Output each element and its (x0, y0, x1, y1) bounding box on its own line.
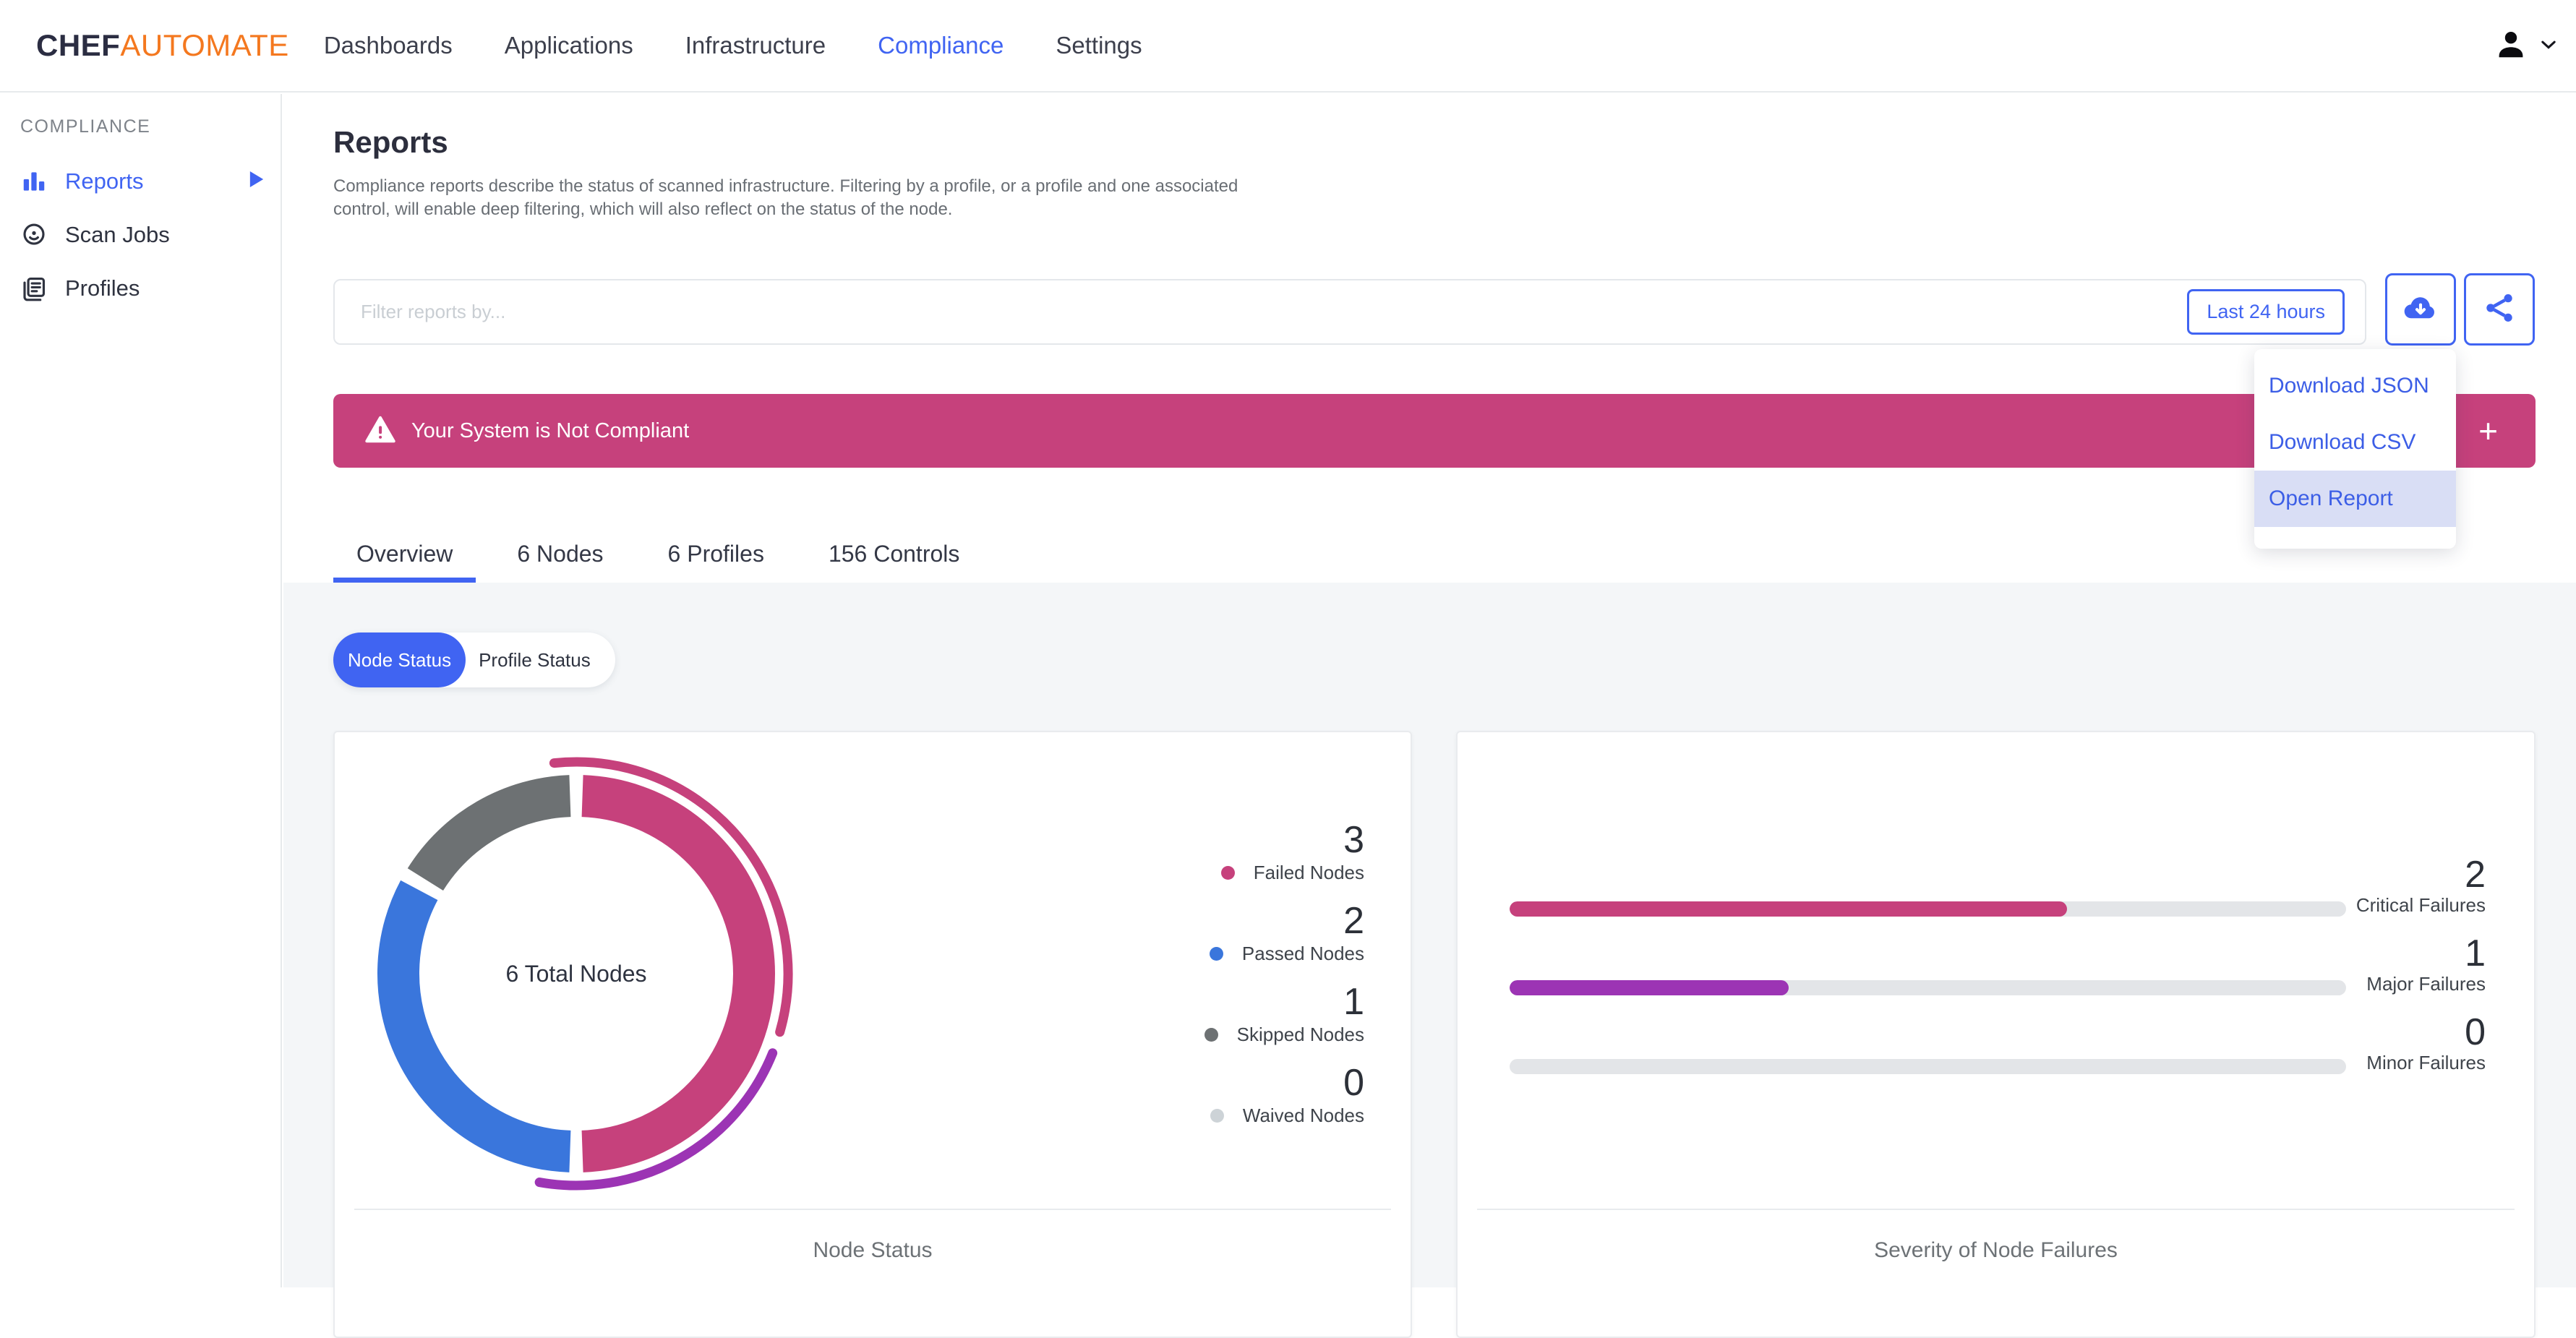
critical-failures-label: Critical Failures (2355, 894, 2486, 916)
sidebar-section-label: COMPLIANCE (20, 116, 151, 137)
severity-caption: Severity of Node Failures (1874, 1238, 2118, 1262)
warning-triangle-icon (364, 413, 397, 450)
tab-nodes[interactable]: 6 Nodes (494, 526, 626, 583)
tab-profiles[interactable]: 6 Profiles (645, 526, 787, 583)
node-status-caption: Node Status (813, 1238, 933, 1262)
severity-row-major: 1 Major Failures (1458, 933, 2534, 1018)
sidebar-item-label: Scan Jobs (65, 222, 170, 247)
failed-nodes-count: 3 (1343, 819, 1364, 861)
minor-failures-count: 0 (2465, 1011, 2486, 1053)
donut-center-label: 6 Total Nodes (505, 960, 647, 987)
card-divider (1477, 1209, 2515, 1210)
chevron-down-icon (2538, 34, 2559, 58)
nav-applications[interactable]: Applications (505, 32, 633, 59)
menu-item-download-json[interactable]: Download JSON (2254, 358, 2456, 414)
sidebar-item-label: Profiles (65, 275, 140, 301)
logo-chef-text: CHEF (36, 28, 121, 62)
legend-item-failed: 3 Failed Nodes (1204, 820, 1364, 883)
legend-item-skipped: 1 Skipped Nodes (1204, 982, 1364, 1045)
filter-placeholder: Filter reports by... (361, 301, 506, 322)
major-bar-track (1510, 980, 2346, 995)
filter-reports-input[interactable]: Filter reports by... Last 24 hours (333, 279, 2366, 345)
sidebar: COMPLIANCE Reports Scan Jobs Profiles (0, 94, 282, 1287)
critical-bar-fill (1510, 901, 2068, 917)
top-header: CHEF AUTOMATE Dashboards Applications Inf… (0, 0, 2576, 93)
documents-icon (20, 274, 49, 303)
plus-icon[interactable]: + (2478, 414, 2498, 447)
passed-nodes-count: 2 (1343, 900, 1364, 942)
legend-item-waived: 0 Waived Nodes (1204, 1063, 1364, 1126)
share-button[interactable] (2464, 273, 2535, 346)
minor-failures-label: Minor Failures (2366, 1052, 2486, 1073)
top-nav: Dashboards Applications Infrastructure C… (324, 32, 1142, 59)
tab-controls[interactable]: 156 Controls (805, 526, 983, 583)
download-menu: Download JSON Download CSV Open Report (2254, 349, 2456, 549)
waived-dot-icon (1210, 1108, 1224, 1123)
scan-target-icon (20, 220, 49, 249)
main-content: Reports Compliance reports describe the … (283, 94, 2576, 1338)
card-divider (354, 1209, 1391, 1210)
legend-label: Failed Nodes (1253, 862, 1364, 883)
legend-item-passed: 2 Passed Nodes (1204, 901, 1364, 964)
status-toggle: Node Status Profile Status (333, 632, 615, 687)
skipped-nodes-count: 1 (1343, 981, 1364, 1023)
time-range-button[interactable]: Last 24 hours (2187, 289, 2345, 335)
legend-label: Skipped Nodes (1236, 1024, 1364, 1045)
report-tabs: Overview 6 Nodes 6 Profiles 156 Controls (333, 526, 1001, 583)
chef-automate-logo[interactable]: CHEF AUTOMATE (36, 28, 289, 63)
passed-dot-icon (1209, 946, 1223, 961)
nav-dashboards[interactable]: Dashboards (324, 32, 453, 59)
waived-nodes-count: 0 (1343, 1062, 1364, 1104)
nav-settings[interactable]: Settings (1056, 32, 1142, 59)
minor-bar-track (1510, 1059, 2346, 1074)
major-failures-count: 1 (2465, 932, 2486, 974)
user-menu[interactable] (2494, 27, 2559, 65)
download-button[interactable] (2385, 273, 2456, 346)
legend-label: Waived Nodes (1242, 1105, 1364, 1126)
critical-bar-track (1510, 901, 2346, 917)
sidebar-item-profiles[interactable]: Profiles (0, 262, 281, 315)
share-icon (2481, 290, 2517, 330)
failed-dot-icon (1220, 865, 1235, 880)
legend-label: Passed Nodes (1241, 943, 1364, 964)
severity-row-minor: 0 Minor Failures (1458, 1012, 2534, 1097)
toggle-profile-status[interactable]: Profile Status (466, 632, 615, 687)
node-status-card: 6 Total Nodes 3 Failed Nodes 2 Passed No… (333, 731, 1412, 1338)
user-profile-icon (2494, 27, 2528, 65)
node-status-legend: 3 Failed Nodes 2 Passed Nodes 1 Skipped … (1204, 820, 1364, 1144)
severity-card: 2 Critical Failures 1 Major Failures 0 M… (1456, 731, 2536, 1338)
severity-bars: 2 Critical Failures 1 Major Failures 0 M… (1458, 854, 2534, 1097)
menu-item-download-csv[interactable]: Download CSV (2254, 414, 2456, 471)
toggle-node-status[interactable]: Node Status (333, 632, 466, 687)
page-title: Reports (333, 125, 448, 159)
page-description: Compliance reports describe the status o… (333, 176, 1238, 219)
critical-failures-count: 2 (2465, 854, 2486, 896)
menu-item-open-report[interactable]: Open Report (2254, 471, 2456, 527)
not-compliant-banner: Your System is Not Compliant ta + (333, 394, 2536, 468)
submenu-arrow-icon (249, 168, 265, 194)
logo-automate-text: AUTOMATE (120, 28, 289, 62)
sidebar-item-label: Reports (65, 168, 144, 194)
sidebar-item-reports[interactable]: Reports (0, 155, 281, 208)
bar-chart-icon (20, 167, 49, 196)
banner-message: Your System is Not Compliant (411, 419, 690, 442)
nav-compliance[interactable]: Compliance (878, 32, 1004, 59)
major-bar-fill (1510, 980, 1789, 995)
cloud-download-icon (2402, 289, 2439, 330)
skipped-dot-icon (1204, 1027, 1218, 1042)
nav-infrastructure[interactable]: Infrastructure (685, 32, 826, 59)
sidebar-item-scan-jobs[interactable]: Scan Jobs (0, 208, 281, 262)
tab-overview[interactable]: Overview (333, 526, 476, 583)
major-failures-label: Major Failures (2366, 973, 2486, 995)
severity-row-critical: 2 Critical Failures (1458, 854, 2534, 939)
